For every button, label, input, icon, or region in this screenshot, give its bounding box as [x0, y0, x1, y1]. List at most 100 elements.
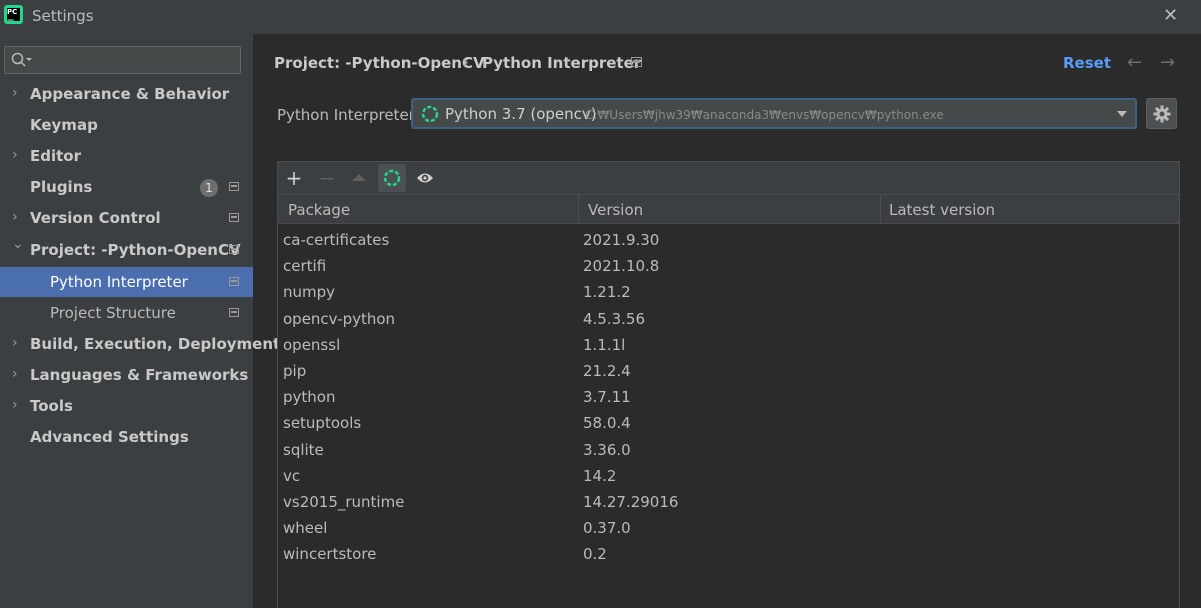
cell-package: vs2015_runtime — [283, 493, 405, 511]
chevron-right-icon[interactable]: › — [12, 209, 18, 225]
project-level-icon — [229, 213, 239, 222]
cell-version: 58.0.4 — [583, 414, 631, 433]
cell-version: 0.2 — [583, 545, 607, 564]
sidebar-item[interactable]: Keymap — [0, 110, 253, 140]
dropdown-arrow-icon — [1117, 111, 1127, 117]
table-row[interactable]: setuptools 58.0.4 — [278, 410, 1179, 436]
cell-version: 21.2.4 — [583, 362, 631, 380]
table-row[interactable]: vs2015_runtime 14.27.29016 — [278, 489, 1179, 515]
column-header-package[interactable]: Package — [288, 201, 350, 219]
forward-arrow-icon[interactable]: → — [1160, 52, 1175, 73]
chevron-right-icon[interactable]: › — [12, 335, 18, 351]
interpreter-label: Python Interpreter: — [277, 106, 420, 124]
close-icon[interactable]: ✕ — [1163, 5, 1178, 27]
table-row[interactable]: pip 21.2.4 — [278, 358, 1179, 384]
spinner-icon — [421, 105, 439, 123]
back-arrow-icon[interactable]: ← — [1127, 52, 1142, 73]
cell-version: 1.1.1l — [583, 335, 626, 354]
cell-package: setuptools — [283, 414, 362, 433]
chevron-down-icon[interactable]: ⌄ — [12, 236, 24, 252]
project-level-icon — [229, 182, 239, 191]
sidebar-item[interactable]: › Editor — [0, 141, 253, 171]
sidebar-item-label: Appearance & Behavior — [30, 85, 230, 103]
column-header-latest-version[interactable]: Latest version — [889, 201, 995, 219]
packages-panel: + − Package Version Latest version ca-ce… — [277, 161, 1180, 608]
interpreter-select[interactable]: Python 3.7 (opencv) C:₩Users₩jhw39₩anaco… — [411, 98, 1137, 129]
chevron-right-icon[interactable]: › — [12, 397, 18, 413]
cell-package: pip — [283, 362, 307, 380]
chevron-right-icon[interactable]: › — [12, 366, 18, 382]
table-row[interactable]: wincertstore 0.2 — [278, 541, 1179, 567]
sidebar-item-label: Tools — [30, 397, 73, 415]
sidebar-item[interactable]: › Version Control — [0, 203, 253, 233]
cell-package: opencv-python — [283, 309, 396, 328]
sidebar-item-label: Python Interpreter — [50, 273, 188, 291]
eye-icon[interactable] — [411, 164, 439, 192]
sidebar-item[interactable]: › Tools — [0, 391, 253, 421]
table-row[interactable]: python 3.7.11 — [278, 384, 1179, 410]
table-row[interactable]: ca-certificates 2021.9.30 — [278, 227, 1179, 253]
cell-package: numpy — [283, 283, 336, 302]
chevron-right-icon: › — [463, 53, 469, 71]
sidebar-item-label: Version Control — [30, 209, 161, 227]
window-title: Settings — [32, 7, 94, 25]
table-row[interactable]: numpy 1.21.2 — [278, 279, 1179, 305]
chevron-right-icon[interactable]: › — [12, 147, 18, 163]
search-input[interactable] — [4, 46, 241, 74]
update-count-badge: 1 — [200, 179, 218, 197]
cell-version: 3.7.11 — [583, 388, 631, 407]
search-icon — [11, 52, 32, 67]
layout-icon — [631, 57, 642, 67]
title-bar: PC — Settings ✕ — [0, 0, 1201, 34]
add-icon[interactable]: + — [280, 164, 308, 192]
interpreter-name: Python 3.7 (opencv) — [445, 105, 597, 123]
sidebar-item[interactable]: › Build, Execution, Deployment — [0, 329, 280, 359]
breadcrumb-page: Python Interpreter — [482, 54, 642, 72]
table-row[interactable]: wheel 0.37.0 — [278, 515, 1179, 541]
table-row[interactable]: sqlite 3.36.0 — [278, 437, 1179, 463]
remove-icon[interactable]: − — [313, 164, 341, 192]
sidebar-item-label: Plugins — [30, 178, 93, 196]
sidebar-item[interactable]: ⌄ Project: -Python-OpenCV — [0, 235, 253, 265]
cell-package: certifi — [283, 257, 327, 276]
sidebar-item-label: Project Structure — [50, 304, 176, 322]
pycharm-logo-icon: PC — — [4, 5, 23, 24]
table-row[interactable]: certifi 2021.10.8 — [278, 253, 1179, 279]
project-level-icon — [229, 245, 239, 254]
cell-package: vc — [283, 466, 301, 485]
cell-version: 2021.10.8 — [583, 257, 660, 276]
cell-version: 4.5.3.56 — [583, 309, 646, 328]
sidebar-item[interactable]: Advanced Settings — [0, 422, 253, 452]
cell-package: openssl — [283, 335, 341, 354]
column-header-version[interactable]: Version — [588, 201, 643, 219]
table-row[interactable]: openssl 1.1.1l — [278, 332, 1179, 358]
refresh-button[interactable] — [378, 164, 406, 192]
sidebar-item[interactable]: › Languages & Frameworks — [0, 360, 253, 390]
project-level-icon — [229, 277, 239, 286]
packages-table-header: Package Version Latest version — [278, 194, 1179, 224]
sidebar-item-label: Build, Execution, Deployment — [30, 335, 281, 353]
cell-package: python — [283, 388, 336, 407]
column-divider[interactable] — [578, 195, 579, 223]
upgrade-icon[interactable] — [345, 164, 373, 192]
cell-package: ca-certificates — [283, 231, 390, 249]
table-row[interactable]: vc 14.2 — [278, 463, 1179, 489]
interpreter-path: C:₩Users₩jhw39₩anaconda3₩envs₩opencv₩pyt… — [585, 108, 944, 122]
sidebar-item-label: Editor — [30, 147, 81, 165]
cell-package: wheel — [283, 519, 328, 538]
sidebar-item[interactable]: Python Interpreter — [0, 267, 253, 297]
chevron-right-icon[interactable]: › — [12, 85, 18, 101]
sidebar-item-label: Advanced Settings — [30, 428, 189, 446]
sidebar-item-label: Keymap — [30, 116, 98, 134]
project-level-icon — [229, 308, 239, 317]
sidebar-item[interactable]: Plugins 1 — [0, 172, 253, 202]
sidebar-item[interactable]: › Appearance & Behavior — [0, 79, 253, 109]
breadcrumb-project[interactable]: Project: -Python-OpenCV — [274, 54, 485, 72]
column-divider[interactable] — [880, 195, 881, 223]
interpreter-settings-button[interactable] — [1146, 98, 1177, 129]
table-row[interactable]: opencv-python 4.5.3.56 — [278, 306, 1179, 332]
sidebar-item[interactable]: Project Structure — [0, 298, 253, 328]
cell-version: 1.21.2 — [583, 283, 631, 302]
packages-toolbar: + − — [278, 162, 1179, 194]
reset-button[interactable]: Reset — [1063, 54, 1111, 72]
